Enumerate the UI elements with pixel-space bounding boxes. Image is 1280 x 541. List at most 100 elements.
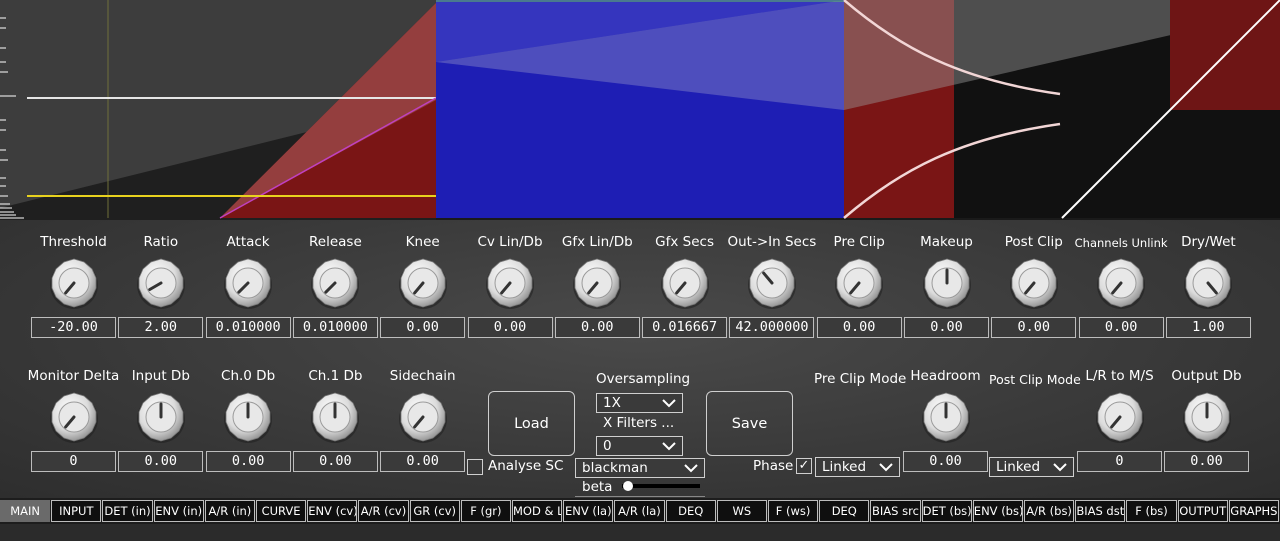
knee-control: Knee 0.00 — [379, 234, 466, 340]
control-panel: Threshold -20.00 Ratio 2.00 Attack 0.010000 Re… — [0, 220, 1280, 498]
tab-bias-dst-21[interactable]: BIAS dst — [1075, 500, 1126, 522]
headroom-value[interactable]: 0.00 — [903, 451, 988, 472]
gfx-lin-db-value[interactable]: 0.00 — [554, 317, 640, 338]
beta-label: beta — [582, 479, 613, 495]
tab-f-gr-9[interactable]: F (gr) — [460, 500, 511, 522]
input-db-knob[interactable] — [134, 390, 188, 444]
save-button[interactable]: Save — [706, 391, 793, 456]
tab-f-ws-15[interactable]: F (ws) — [768, 500, 819, 522]
threshold-knob[interactable] — [47, 256, 101, 310]
release-value[interactable]: 0.010000 — [292, 317, 378, 338]
xfilters-value: 0 — [603, 438, 612, 454]
ch0-db-value[interactable]: 0.00 — [205, 451, 291, 472]
load-button[interactable]: Load — [488, 391, 575, 456]
sidechain-knob[interactable] — [396, 390, 450, 444]
gfx-lin-db-control: Gfx Lin/Db 0.00 — [554, 234, 641, 340]
tab-bar: MAIN INPUT DET (in) ENV (in) A/R (in) CURVE EN… — [0, 498, 1280, 524]
pre-clip-mode-select[interactable]: Linked — [815, 457, 900, 477]
lr-to-ms-knob[interactable] — [1093, 390, 1147, 444]
attack-control: Attack 0.010000 — [205, 234, 292, 340]
analyse-sc-label: Analyse SC — [488, 458, 564, 474]
gfx-lin-db-knob[interactable] — [570, 256, 624, 310]
channels-unlink-value[interactable]: 0.00 — [1078, 317, 1164, 338]
beta-slider-track[interactable] — [622, 484, 700, 488]
ratio-value[interactable]: 2.00 — [118, 317, 204, 338]
lr-to-ms-value[interactable]: 0 — [1077, 451, 1162, 472]
ch1-db-value[interactable]: 0.00 — [292, 451, 378, 472]
ch1-db-control: Ch.1 Db 0.00 — [292, 368, 379, 474]
gfx-secs-knob[interactable] — [658, 256, 712, 310]
tab-curve-5[interactable]: CURVE — [256, 500, 307, 522]
knee-value[interactable]: 0.00 — [380, 317, 466, 338]
tab-main-0[interactable]: MAIN — [0, 500, 51, 522]
pre-clip-value[interactable]: 0.00 — [816, 317, 902, 338]
input-db-control: Input Db 0.00 — [117, 368, 204, 474]
monitor-delta-knob[interactable] — [47, 390, 101, 444]
makeup-value[interactable]: 0.00 — [904, 317, 989, 338]
post-clip-mode-value: Linked — [996, 459, 1041, 475]
out-in-secs-knob[interactable] — [745, 256, 799, 310]
cv-lin-db-value[interactable]: 0.00 — [467, 317, 553, 338]
tab-input-1[interactable]: INPUT — [51, 500, 102, 522]
output-db-knob[interactable] — [1180, 390, 1234, 444]
beta-slider-thumb[interactable] — [623, 481, 634, 491]
tab-env-cv-6[interactable]: ENV (cv) — [307, 500, 358, 522]
tab-a-r-bs-20[interactable]: A/R (bs) — [1024, 500, 1075, 522]
post-clip-mode-select[interactable]: Linked — [989, 457, 1074, 477]
pre-clip-control: Pre Clip 0.00 — [816, 234, 903, 340]
post-clip-mode-label: Post Clip Mode — [989, 372, 1081, 387]
ch0-db-knob[interactable] — [221, 390, 275, 444]
input-db-value[interactable]: 0.00 — [118, 451, 204, 472]
tab-gr-cv-8[interactable]: GR (cv) — [409, 500, 460, 522]
tab-env-bs-19[interactable]: ENV (bs) — [972, 500, 1023, 522]
tab-a-r-la-12[interactable]: A/R (la) — [614, 500, 665, 522]
tab-deq-13[interactable]: DEQ — [665, 500, 716, 522]
channels-unlink-control: Channels Unlink 0.00 — [1075, 234, 1168, 340]
oversampling-value: 1X — [603, 395, 621, 411]
analyse-sc-checkbox[interactable] — [467, 459, 483, 475]
dry-wet-value[interactable]: 1.00 — [1165, 317, 1251, 338]
tab-output-23[interactable]: OUTPUT — [1177, 500, 1228, 522]
post-clip-knob[interactable] — [1007, 256, 1061, 310]
sidechain-value[interactable]: 0.00 — [380, 451, 466, 472]
tab-mod-la-10[interactable]: MOD & LA — [512, 500, 563, 522]
release-knob[interactable] — [308, 256, 362, 310]
phase-label: Phase — [753, 458, 794, 474]
headroom-knob[interactable] — [919, 390, 973, 444]
makeup-knob[interactable] — [920, 256, 974, 310]
dry-wet-knob[interactable] — [1181, 256, 1235, 310]
xfilters-label: X Filters ... — [603, 415, 675, 431]
tab-bias-src-17[interactable]: BIAS src — [870, 500, 921, 522]
phase-checkbox[interactable]: ✓ — [796, 458, 812, 474]
tab-graphs-24[interactable]: GRAPHS — [1228, 500, 1279, 522]
post-clip-control: Post Clip 0.00 — [990, 234, 1077, 340]
sidechain-control: Sidechain 0.00 — [379, 368, 466, 474]
tab-det-bs-18[interactable]: DET (bs) — [921, 500, 972, 522]
knee-knob[interactable] — [396, 256, 450, 310]
gfx-secs-value[interactable]: 0.016667 — [642, 317, 728, 338]
tab-a-r-cv-7[interactable]: A/R (cv) — [358, 500, 409, 522]
chevron-down-icon — [684, 464, 698, 473]
tab-env-in-3[interactable]: ENV (in) — [153, 500, 204, 522]
tab-deq-16[interactable]: DEQ — [819, 500, 870, 522]
post-clip-value[interactable]: 0.00 — [991, 317, 1077, 338]
out-in-secs-value[interactable]: 42.000000 — [729, 317, 815, 338]
cv-lin-db-knob[interactable] — [483, 256, 537, 310]
output-db-value[interactable]: 0.00 — [1164, 451, 1249, 472]
oversampling-select[interactable]: 1X — [596, 393, 683, 413]
tab-a-r-in-4[interactable]: A/R (in) — [204, 500, 255, 522]
pre-clip-knob[interactable] — [832, 256, 886, 310]
channels-unlink-knob[interactable] — [1094, 256, 1148, 310]
attack-knob[interactable] — [221, 256, 275, 310]
attack-value[interactable]: 0.010000 — [205, 317, 291, 338]
tab-ws-14[interactable]: WS — [716, 500, 767, 522]
tab-env-la-11[interactable]: ENV (la) — [563, 500, 614, 522]
threshold-value[interactable]: -20.00 — [31, 317, 116, 338]
xfilters-select[interactable]: 0 — [596, 436, 683, 456]
ch1-db-knob[interactable] — [308, 390, 362, 444]
ratio-knob[interactable] — [134, 256, 188, 310]
window-select[interactable]: blackman — [575, 458, 705, 478]
monitor-delta-value[interactable]: 0 — [31, 451, 116, 472]
tab-det-in-2[interactable]: DET (in) — [102, 500, 153, 522]
tab-f-bs-22[interactable]: F (bs) — [1126, 500, 1177, 522]
